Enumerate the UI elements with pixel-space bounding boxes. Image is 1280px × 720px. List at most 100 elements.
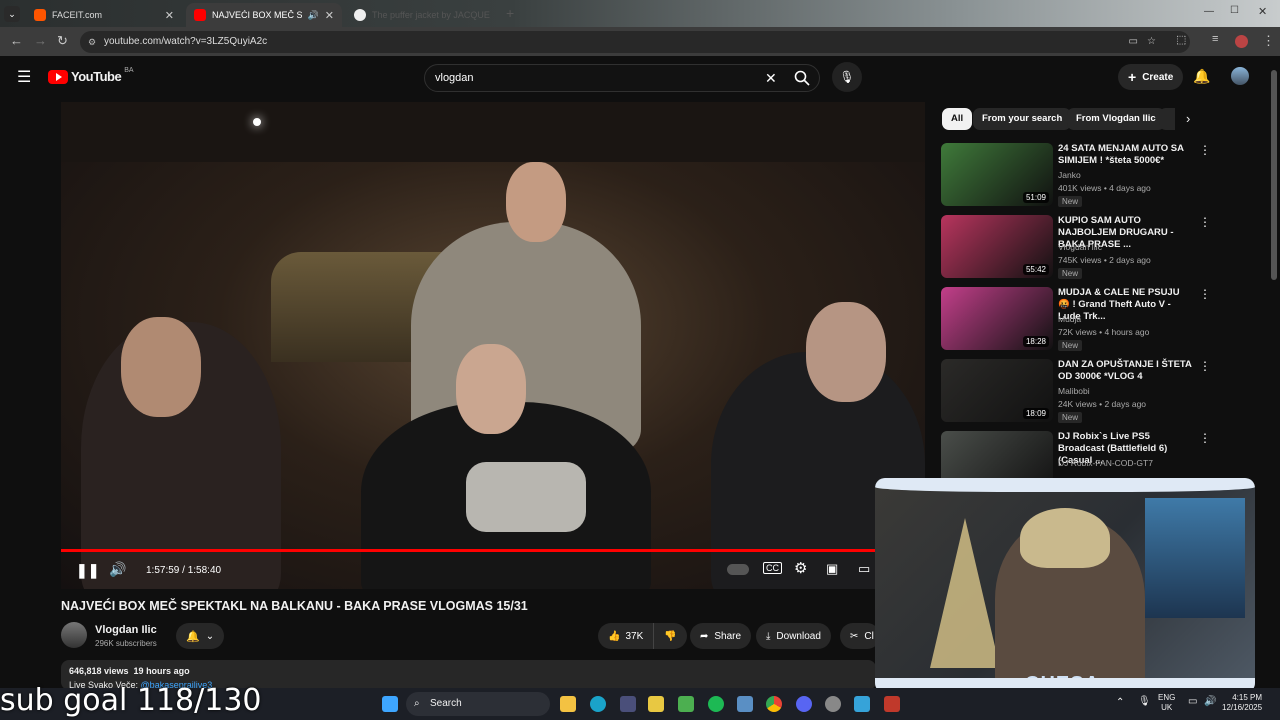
new-tab-button[interactable]: + (506, 5, 514, 21)
share-button[interactable]: ➦ Share (690, 623, 752, 649)
hamburger-menu-icon[interactable]: ☰ (17, 67, 31, 87)
miniplayer-icon[interactable]: ▣ (826, 561, 838, 577)
close-window-icon[interactable]: ✕ (1258, 5, 1267, 18)
spotify-icon[interactable] (708, 696, 724, 712)
volume-icon[interactable]: 🔊 (109, 561, 126, 578)
recommendation-title[interactable]: DAN ZA OPUŠTANJE I ŠTETA OD 3000€ *VLOG … (1058, 359, 1193, 383)
chip-from-your-search[interactable]: From your search (973, 108, 1072, 130)
shield-icon[interactable] (884, 696, 900, 712)
recommendation-channel[interactable]: Janko (1058, 170, 1081, 180)
bookmark-star-icon[interactable]: ☆ (1147, 31, 1156, 53)
theater-mode-icon[interactable]: ▭ (858, 561, 870, 577)
audio-playing-icon[interactable]: 🔊 (308, 10, 319, 21)
reading-list-icon[interactable]: ≡ (1212, 33, 1218, 45)
volume-tray-icon[interactable]: 🔊 (1204, 696, 1216, 707)
recommendation-channel[interactable]: Vlogdan Ilic (1058, 242, 1102, 252)
recommendation-channel[interactable]: DJ Robix-FAN-COD-GT7 (1058, 458, 1153, 468)
maximize-icon[interactable]: ☐ (1230, 5, 1239, 16)
site-info-icon[interactable]: ⚙ (88, 31, 96, 53)
video-thumbnail[interactable]: 18:28 (941, 287, 1053, 350)
search-button[interactable] (786, 64, 818, 92)
chevron-down-icon: ⌄ (205, 630, 215, 642)
network-icon[interactable]: ▭ (1188, 696, 1197, 707)
more-options-icon[interactable]: ⋮ (1199, 287, 1211, 301)
store-icon[interactable] (620, 696, 636, 712)
video-progress-bar[interactable] (61, 549, 925, 552)
language-indicator[interactable]: ENG UK (1158, 693, 1175, 713)
browser-tab-active[interactable]: NAJVEĆI BOX MEČ SPEKTAKL 🔊 ✕ (186, 3, 342, 27)
windows-start-icon[interactable] (382, 696, 398, 712)
recommendation-channel[interactable]: Malibobi (1058, 386, 1090, 396)
tab-search-button[interactable]: ⌄ (4, 6, 20, 22)
subscribed-notifications-button[interactable]: 🔔 ⌄ (176, 623, 225, 649)
dislike-button[interactable]: 👎 (654, 623, 686, 649)
settings-gear-icon[interactable]: ⚙ (794, 559, 807, 577)
close-tab-icon[interactable]: ✕ (325, 9, 334, 22)
tray-chevron-icon[interactable]: ⌃ (1116, 697, 1124, 708)
channel-avatar[interactable] (61, 622, 87, 648)
edge-icon[interactable] (590, 696, 606, 712)
clip-button[interactable]: ✂ Cl (840, 623, 880, 649)
channel-name[interactable]: Vlogdan Ilic (95, 624, 157, 636)
page-scrollbar[interactable] (1271, 70, 1277, 280)
profile-avatar-icon[interactable] (1235, 35, 1248, 48)
install-icon[interactable]: ▭ (1129, 31, 1138, 53)
create-button[interactable]: + Create (1118, 64, 1184, 90)
captions-icon[interactable]: CC (763, 562, 782, 574)
autoplay-toggle[interactable] (727, 564, 749, 575)
discord-icon[interactable] (796, 696, 812, 712)
video-progress-fill (61, 549, 921, 552)
minimize-icon[interactable]: — (1204, 6, 1214, 17)
settings-icon[interactable] (825, 696, 841, 712)
recommendation-channel[interactable]: Mudja (1058, 314, 1081, 324)
browser-tab[interactable]: The puffer jacket by JACQUE ✕ (346, 3, 496, 27)
chrome-icon[interactable] (766, 696, 782, 712)
clear-search-icon[interactable]: ✕ (765, 65, 777, 91)
microphone-tray-icon[interactable]: 🎙 (1138, 696, 1151, 707)
xbox-icon[interactable] (678, 696, 694, 712)
chips-next-chevron-icon[interactable]: › (1186, 111, 1190, 126)
recommendation-meta: 401K views • 4 days ago (1058, 183, 1151, 193)
video-thumbnail[interactable]: 18:09 (941, 359, 1053, 422)
clock[interactable]: 4:15 PM 12/16/2025 (1222, 693, 1262, 713)
more-options-icon[interactable]: ⋮ (1199, 215, 1211, 229)
video-thumbnail[interactable]: 51:09 (941, 143, 1053, 206)
language-code: ENG (1158, 693, 1176, 702)
site-favicon-icon (354, 9, 366, 21)
notepad-icon[interactable] (854, 696, 870, 712)
search-input[interactable]: vlogdan ✕ (424, 64, 820, 92)
more-options-icon[interactable]: ⋮ (1199, 359, 1211, 373)
reload-icon[interactable]: ↻ (57, 33, 68, 49)
voice-search-button[interactable]: 🎙 (832, 62, 862, 92)
steam-icon[interactable] (737, 696, 753, 712)
recommendation-item[interactable]: 51:09 24 SATA MENJAM AUTO SA SIMIJEM ! *š… (941, 143, 1261, 209)
extensions-icon[interactable]: ⬚ (1176, 33, 1186, 46)
account-avatar[interactable] (1231, 67, 1249, 85)
notifications-bell-icon[interactable]: 🔔 (1193, 68, 1210, 85)
file-explorer-icon[interactable] (560, 696, 576, 712)
more-options-icon[interactable]: ⋮ (1199, 143, 1211, 157)
recommendation-item[interactable]: 18:28 MUDJA & CALE NE PSUJU 🤬 ! Grand The… (941, 287, 1261, 353)
browser-menu-icon[interactable]: ⋮ (1262, 33, 1275, 49)
recommendation-item[interactable]: 55:42 KUPIO SAM AUTO NAJBOLJEM DRUGARU - … (941, 215, 1261, 281)
more-options-icon[interactable]: ⋮ (1199, 431, 1211, 445)
forward-icon[interactable]: → (34, 33, 47, 48)
video-thumbnail[interactable]: 55:42 (941, 215, 1053, 278)
video-player[interactable]: ❚❚ 🔊 1:57:59 / 1:58:40 CC ⚙ ▣ ▭ (61, 102, 925, 589)
taskbar-search[interactable]: ⌕ Search (406, 692, 550, 716)
app-icon[interactable] (648, 696, 664, 712)
chip-from-vlogdan-ilic[interactable]: From Vlogdan Ilic (1067, 108, 1165, 130)
back-icon[interactable]: ← (10, 33, 23, 48)
recommendation-title[interactable]: 24 SATA MENJAM AUTO SA SIMIJEM ! *šteta … (1058, 143, 1193, 167)
close-tab-icon[interactable]: ✕ (165, 9, 174, 22)
url-field[interactable]: ⚙ youtube.com/watch?v=3LZ5QuyiA2c ▭ ☆ (80, 31, 1190, 53)
recommendation-item[interactable]: 18:09 DAN ZA OPUŠTANJE I ŠTETA OD 3000€ *… (941, 359, 1261, 425)
chip-all[interactable]: All (942, 108, 973, 130)
youtube-favicon-icon (194, 9, 206, 21)
browser-tab[interactable]: FACEIT.com ✕ (26, 3, 182, 27)
pause-icon[interactable]: ❚❚ (76, 562, 99, 579)
like-count: 37K (625, 630, 644, 642)
like-button[interactable]: 👍 37K (598, 623, 655, 649)
youtube-logo[interactable]: YouTube BA (48, 67, 134, 84)
download-button[interactable]: ⤓ Download (756, 623, 831, 649)
